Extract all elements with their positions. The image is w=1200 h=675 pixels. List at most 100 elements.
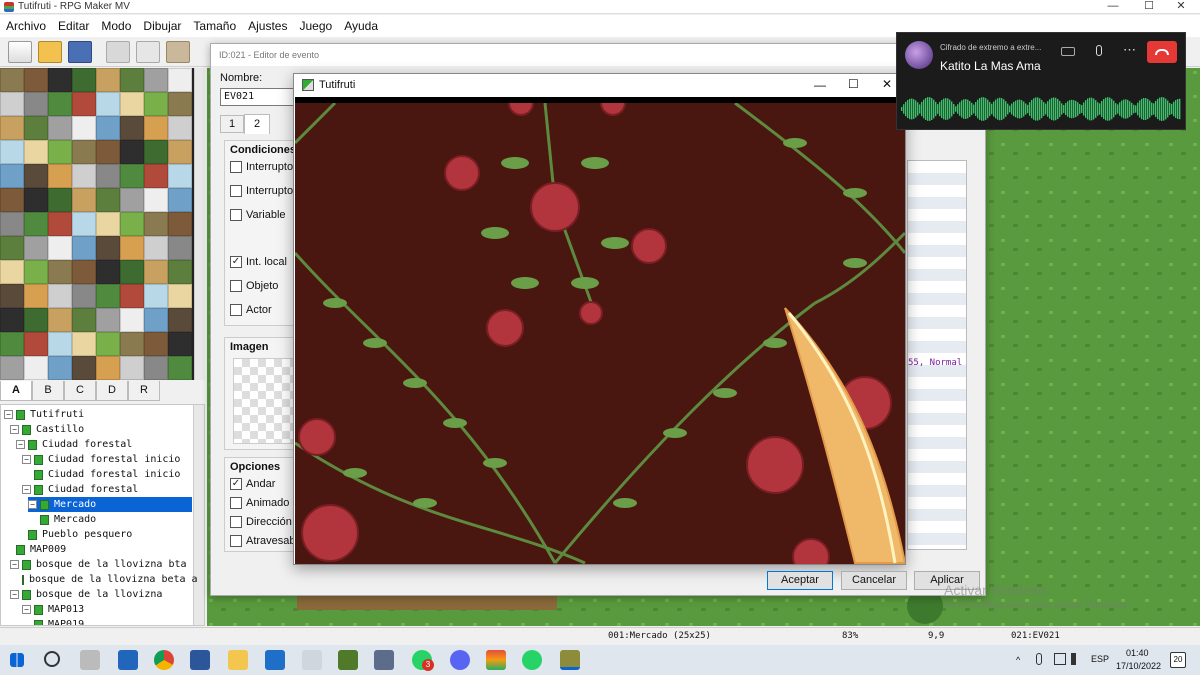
tile[interactable]: [120, 188, 144, 212]
tile[interactable]: [168, 188, 192, 212]
tile[interactable]: [24, 356, 48, 380]
tile-grid[interactable]: [0, 68, 193, 380]
tile[interactable]: [96, 140, 120, 164]
map-tree-item[interactable]: − Mercado: [28, 497, 192, 512]
tile[interactable]: [120, 332, 144, 356]
tile[interactable]: [144, 140, 168, 164]
clock-date[interactable]: 17/10/2022: [1116, 661, 1161, 671]
command-list[interactable]: 55, Normal: [907, 160, 967, 550]
map-tree-item[interactable]: − Tutifruti: [4, 407, 192, 422]
map-tree-item[interactable]: − bosque de la llovizna: [10, 587, 192, 602]
tile[interactable]: [72, 236, 96, 260]
map-tree-item[interactable]: Ciudad forestal inicio: [34, 467, 192, 482]
tile[interactable]: [72, 116, 96, 140]
whatsapp-icon[interactable]: [522, 650, 542, 670]
tile[interactable]: [72, 308, 96, 332]
tile[interactable]: [72, 260, 96, 284]
tab-b[interactable]: B: [32, 381, 64, 401]
word-icon[interactable]: [190, 650, 210, 670]
checkbox-row[interactable]: ✓ Andar: [230, 478, 275, 491]
tile[interactable]: [96, 164, 120, 188]
checkbox[interactable]: [230, 209, 242, 222]
tile[interactable]: [96, 260, 120, 284]
tile[interactable]: [24, 140, 48, 164]
tile[interactable]: [120, 140, 144, 164]
cut-icon[interactable]: [106, 41, 130, 63]
menu-juego[interactable]: Juego: [293, 19, 338, 33]
editor-icon[interactable]: [374, 650, 394, 670]
expand-icon[interactable]: −: [10, 560, 19, 569]
menu-dibujar[interactable]: Dibujar: [137, 19, 187, 33]
tile[interactable]: [144, 92, 168, 116]
tile[interactable]: [48, 92, 72, 116]
tile[interactable]: [168, 164, 192, 188]
tile[interactable]: [72, 68, 96, 92]
tile[interactable]: [168, 92, 192, 116]
tile[interactable]: [96, 92, 120, 116]
tile[interactable]: [168, 284, 192, 308]
map-tree-item[interactable]: bosque de la llovizna beta a: [22, 572, 198, 587]
more-options-icon[interactable]: ⋯: [1123, 42, 1136, 58]
picker-maximize-button[interactable]: ☐: [848, 77, 859, 91]
tile[interactable]: [48, 212, 72, 236]
paint-icon[interactable]: [486, 650, 506, 670]
map-tree[interactable]: − Tutifruti − Castillo − Ciudad forestal − Ciud…: [0, 404, 205, 626]
checkbox-row[interactable]: Objeto: [230, 280, 278, 293]
cancel-button[interactable]: Cancelar: [841, 571, 907, 590]
picker-close-button[interactable]: ✕: [882, 77, 892, 91]
paste-icon[interactable]: [166, 41, 190, 63]
tile[interactable]: [48, 236, 72, 260]
expand-icon[interactable]: −: [22, 605, 31, 614]
map-tree-item[interactable]: MAP019: [34, 617, 192, 625]
tile[interactable]: [24, 188, 48, 212]
minimize-button[interactable]: —: [1094, 0, 1132, 14]
tab-a[interactable]: A: [0, 381, 32, 401]
tile[interactable]: [24, 284, 48, 308]
open-folder-icon[interactable]: [38, 41, 62, 63]
map-tree-item[interactable]: Pueblo pesquero: [28, 527, 192, 542]
tile[interactable]: [168, 116, 192, 140]
tile[interactable]: [72, 212, 96, 236]
tile[interactable]: [168, 308, 192, 332]
tile[interactable]: [168, 332, 192, 356]
tile[interactable]: [48, 284, 72, 308]
tile[interactable]: [144, 164, 168, 188]
show-hidden-icons[interactable]: ^: [1016, 655, 1020, 665]
tile[interactable]: [120, 236, 144, 260]
menu-tamano[interactable]: Tamaño: [187, 19, 242, 33]
tile[interactable]: [144, 284, 168, 308]
checkbox[interactable]: [230, 516, 242, 529]
expand-icon[interactable]: −: [22, 455, 31, 464]
tile[interactable]: [168, 68, 192, 92]
expand-icon[interactable]: −: [10, 590, 19, 599]
tile[interactable]: [96, 284, 120, 308]
map-tree-item[interactable]: − Ciudad forestal: [16, 437, 192, 452]
name-field[interactable]: EV021: [220, 88, 300, 106]
map-tree-item[interactable]: − bosque de la llovizna bta: [10, 557, 192, 572]
checkbox-row[interactable]: Atravesab: [230, 535, 296, 548]
expand-icon[interactable]: −: [4, 410, 13, 419]
map-tree-item[interactable]: − MAP013: [22, 602, 192, 617]
store-icon[interactable]: [118, 650, 138, 670]
tile[interactable]: [144, 116, 168, 140]
tile[interactable]: [144, 188, 168, 212]
tile[interactable]: [0, 284, 24, 308]
photos-icon[interactable]: [302, 650, 322, 670]
rpg-maker-taskbar-icon[interactable]: [560, 650, 580, 670]
tile[interactable]: [24, 116, 48, 140]
tile[interactable]: [0, 212, 24, 236]
accept-button[interactable]: Aceptar: [767, 571, 833, 590]
page-tab-1[interactable]: 1: [220, 115, 244, 133]
expand-icon[interactable]: −: [22, 485, 31, 494]
tile[interactable]: [0, 188, 24, 212]
tile[interactable]: [0, 116, 24, 140]
tile[interactable]: [96, 308, 120, 332]
tile[interactable]: [72, 140, 96, 164]
checkbox[interactable]: ✓: [230, 478, 242, 491]
tile[interactable]: [48, 308, 72, 332]
image-canvas[interactable]: [295, 97, 905, 564]
clock-time[interactable]: 01:40: [1126, 648, 1149, 658]
tile[interactable]: [96, 332, 120, 356]
tile[interactable]: [144, 308, 168, 332]
map-tree-item[interactable]: MAP009: [16, 542, 192, 557]
